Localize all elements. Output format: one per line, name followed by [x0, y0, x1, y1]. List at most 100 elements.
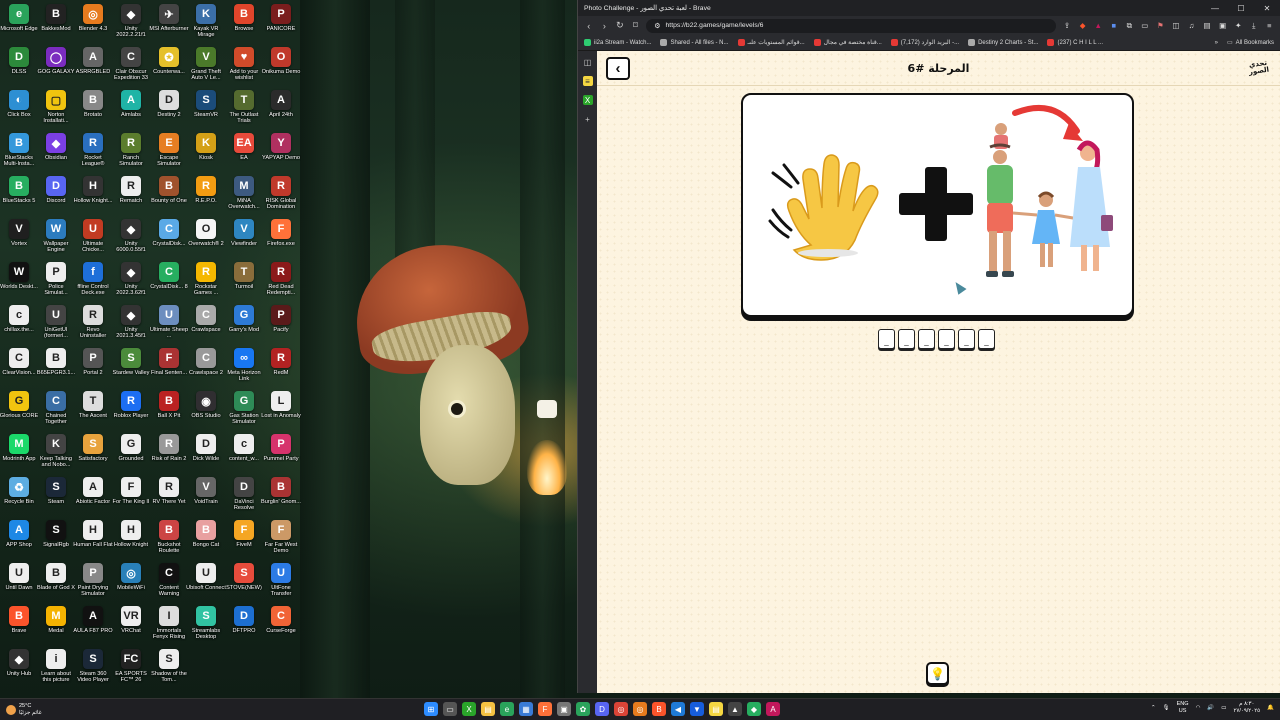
- desktop-icon[interactable]: A April 24th: [262, 90, 300, 130]
- desktop-icon[interactable]: ◐ Click Box: [0, 90, 38, 130]
- desktop-icon[interactable]: K Kiosk: [187, 133, 225, 173]
- drive-icon[interactable]: ▲: [728, 702, 742, 716]
- desktop-icon[interactable]: W Wallpaper Engine: [37, 219, 75, 259]
- desktop-icon[interactable]: T The Ascent: [74, 391, 112, 431]
- desktop-icon[interactable]: G Garry's Mod: [225, 305, 263, 345]
- desktop-icon[interactable]: B Blade of God X: [37, 563, 75, 603]
- desktop-icon[interactable]: F Firefox.exe: [262, 219, 300, 259]
- wallet-icon[interactable]: ▣: [1218, 21, 1228, 31]
- desktop-icon[interactable]: G Glorious CORE: [0, 391, 38, 431]
- extension-icon[interactable]: ⧉: [1125, 21, 1135, 31]
- desktop-icon[interactable]: M Medal: [37, 606, 75, 646]
- desktop-icon[interactable]: P Paint Drying Simulator: [74, 563, 112, 603]
- desktop-icon[interactable]: EA EA: [225, 133, 263, 173]
- desktop-icon[interactable]: A APP Shop: [0, 520, 38, 560]
- desktop-icon[interactable]: ◆ Unity 2022.3.62f1: [112, 262, 150, 302]
- brave-shields-icon[interactable]: ◆: [1078, 21, 1088, 31]
- extension-icon[interactable]: ▭: [1140, 21, 1150, 31]
- desktop-icon[interactable]: F Final Senten...: [150, 348, 188, 388]
- brave-rewards-icon[interactable]: ▲: [1093, 21, 1103, 31]
- desktop-icon[interactable]: i Learn about this picture: [37, 649, 75, 689]
- desktop-icon[interactable]: L Lost in Anomaly: [261, 391, 301, 431]
- desktop-icon[interactable]: c chillax.the...: [0, 305, 38, 345]
- desktop-icon[interactable]: A Abiotic Factor: [74, 477, 112, 517]
- all-bookmarks-button[interactable]: ▭ All Bookmarks: [1227, 39, 1274, 47]
- bookmark-item[interactable]: قناة مختصة في مجال...: [813, 39, 882, 46]
- desktop-icon[interactable]: S Steam 360 Video Player: [74, 649, 112, 689]
- file-explorer-icon[interactable]: ▤: [481, 702, 495, 716]
- desktop-icon[interactable]: B Buckshot Roulette: [150, 520, 188, 560]
- clock[interactable]: ٨:٣٠ م ٢٧/٠٩/٢٠٢٥: [1233, 701, 1260, 714]
- discord-icon[interactable]: D: [595, 702, 609, 716]
- desktop-icon[interactable]: B Bongo Cat: [187, 520, 225, 560]
- desktop-icon[interactable]: E Escape Simulator: [150, 133, 188, 173]
- desktop-icon[interactable]: C CrystalDisk... 8: [150, 262, 188, 302]
- desktop-icon[interactable]: C CurseForge: [262, 606, 300, 646]
- desktop-icon[interactable]: FC EA SPORTS FC™ 26: [112, 649, 150, 689]
- desktop-icon[interactable]: ◉ OBS Studio: [187, 391, 225, 431]
- wifi-icon[interactable]: ◠: [1196, 705, 1201, 711]
- desktop-icon[interactable]: VR VRChat: [112, 606, 150, 646]
- volume-icon[interactable]: 🔊: [1207, 705, 1214, 711]
- desktop-icon[interactable]: ∞ Meta Horizon Link: [225, 348, 263, 388]
- forward-arrow-icon[interactable]: ›: [600, 21, 610, 31]
- desktop-icon[interactable]: H Hollow Knight...: [74, 176, 112, 216]
- desktop-icon[interactable]: G Grounded: [112, 434, 150, 474]
- desktop-icon[interactable]: B Brotato: [74, 90, 112, 130]
- desktop-icon[interactable]: A ASRRGBLED: [74, 47, 112, 87]
- desktop-icon[interactable]: S STOVE(NEW): [225, 563, 263, 603]
- desktop-icon[interactable]: R Rematch: [112, 176, 150, 216]
- weather-widget[interactable]: 25°C غائم جزئيًا: [0, 703, 120, 716]
- reload-icon[interactable]: ↻: [615, 20, 625, 31]
- desktop-icon[interactable]: K Kayak VR Mirage: [187, 4, 225, 44]
- desktop-icon[interactable]: P Pummel Party: [262, 434, 300, 474]
- desktop-icon[interactable]: P Police Simulat...: [37, 262, 75, 302]
- desktop-icon[interactable]: B Ball X Pit: [150, 391, 188, 431]
- notification-bell-icon[interactable]: 🔔: [1267, 705, 1274, 711]
- desktop-icon[interactable]: ✪ Counterwa...: [150, 47, 188, 87]
- language-indicator[interactable]: ENG US: [1177, 701, 1189, 714]
- site-info-icon[interactable]: ⚙: [654, 22, 660, 30]
- desktop-icon[interactable]: R RISK Global Domination: [262, 176, 300, 216]
- bookmark-item[interactable]: Shared - All files - N...: [660, 39, 729, 46]
- desktop-icon[interactable]: ◎ Blender 4.3: [74, 4, 112, 44]
- desktop-icon[interactable]: ◯ GOG GALAXY: [37, 47, 75, 87]
- desktop-icon[interactable]: V VoidTrain: [187, 477, 225, 517]
- desktop-icon[interactable]: R Roblox Player: [112, 391, 150, 431]
- desktop-icon[interactable]: R Rockstar Games ...: [187, 262, 225, 302]
- desktop-icon[interactable]: T Turmoil: [225, 262, 263, 302]
- sidebar-xbox-icon[interactable]: X: [582, 95, 593, 105]
- desktop-icon[interactable]: R Red Dead Redempti...: [262, 262, 300, 302]
- desktop-icon[interactable]: H Human Fall Flat: [73, 520, 113, 560]
- desktop-icon[interactable]: B B65EPGR3.1...: [37, 348, 75, 388]
- desktop-icon[interactable]: D DLSS: [0, 47, 38, 87]
- answer-letter-slot[interactable]: _: [898, 329, 915, 349]
- desktop-icon[interactable]: B Browse: [225, 4, 263, 44]
- chrome-icon[interactable]: ◎: [614, 702, 628, 716]
- maximize-icon[interactable]: ☐: [1228, 4, 1254, 13]
- desktop-icon[interactable]: U Ultimate Sheep ...: [150, 305, 188, 345]
- chevron-up-icon[interactable]: ⌃: [1151, 705, 1156, 711]
- desktop-icon[interactable]: T The Outlast Trials: [225, 90, 263, 130]
- task-view-icon[interactable]: ▭: [443, 702, 457, 716]
- desktop-icon[interactable]: U Ubisoft Connect: [186, 563, 226, 603]
- answer-letter-slot[interactable]: _: [978, 329, 995, 349]
- microphone-icon[interactable]: 🎙: [1163, 705, 1170, 711]
- store-icon[interactable]: ▦: [519, 702, 533, 716]
- affinity-icon[interactable]: A: [766, 702, 780, 716]
- cube-icon[interactable]: ▣: [557, 702, 571, 716]
- share-icon[interactable]: ⇪: [1062, 21, 1072, 31]
- desktop-icon[interactable]: V Vortex: [0, 219, 38, 259]
- desktop-icon[interactable]: B Bounty of One: [150, 176, 188, 216]
- desktop-icon[interactable]: M MiNA Overwatch...: [225, 176, 263, 216]
- desktop-icon[interactable]: C Crawlspace: [187, 305, 225, 345]
- sticky-notes-icon[interactable]: ▤: [709, 702, 723, 716]
- desktop-icon[interactable]: V Grand Theft Auto V Le...: [187, 47, 225, 87]
- desktop-icon[interactable]: K Keep Talking and Nobo...: [37, 434, 75, 474]
- desktop-icon[interactable]: U UniGetUI (formerl...: [37, 305, 75, 345]
- media-icon[interactable]: ♫: [1187, 21, 1197, 31]
- desktop-icon[interactable]: ♥ Add to your wishlist: [225, 47, 263, 87]
- desktop-icon[interactable]: M Modrinth App: [0, 434, 38, 474]
- back-arrow-icon[interactable]: ‹: [584, 21, 594, 31]
- extension-icon[interactable]: ◫: [1171, 21, 1181, 31]
